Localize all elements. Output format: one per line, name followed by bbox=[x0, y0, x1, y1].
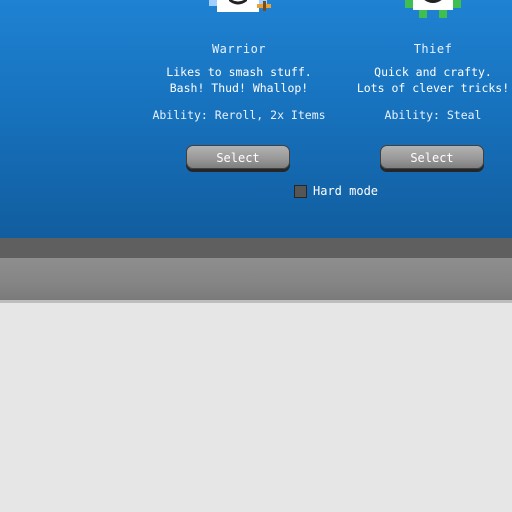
floor-shadow bbox=[0, 238, 512, 258]
floor-ledge bbox=[0, 258, 512, 303]
character-description: Quick and crafty. Lots of clever tricks! bbox=[328, 64, 512, 96]
select-thief-button[interactable]: Select bbox=[380, 145, 484, 169]
warrior-sprite-icon bbox=[209, 0, 271, 12]
description-line: Likes to smash stuff. bbox=[166, 65, 312, 79]
character-name: Thief bbox=[413, 42, 453, 56]
character-description: Likes to smash stuff. Bash! Thud! Whallo… bbox=[134, 64, 344, 96]
character-card-warrior: Warrior Likes to smash stuff. Bash! Thud… bbox=[144, 0, 334, 180]
description-line: Lots of clever tricks! bbox=[356, 81, 510, 95]
character-ability: Ability: Reroll, 2x Items bbox=[152, 108, 326, 122]
hard-mode-option[interactable]: Hard mode bbox=[294, 183, 378, 199]
character-card-thief: Thief Quick and crafty. Lots of clever t… bbox=[338, 0, 512, 180]
hard-mode-label: Hard mode bbox=[313, 184, 379, 198]
character-select-panel: Warrior Likes to smash stuff. Bash! Thud… bbox=[0, 0, 512, 238]
select-warrior-button[interactable]: Select bbox=[186, 145, 290, 169]
thief-sprite-icon bbox=[405, 0, 461, 18]
character-name: Warrior bbox=[211, 42, 267, 56]
character-ability: Ability: Steal bbox=[384, 108, 482, 122]
description-line: Quick and crafty. bbox=[374, 65, 492, 79]
description-line: Bash! Thud! Whallop! bbox=[169, 81, 309, 95]
hard-mode-checkbox[interactable] bbox=[294, 184, 307, 198]
